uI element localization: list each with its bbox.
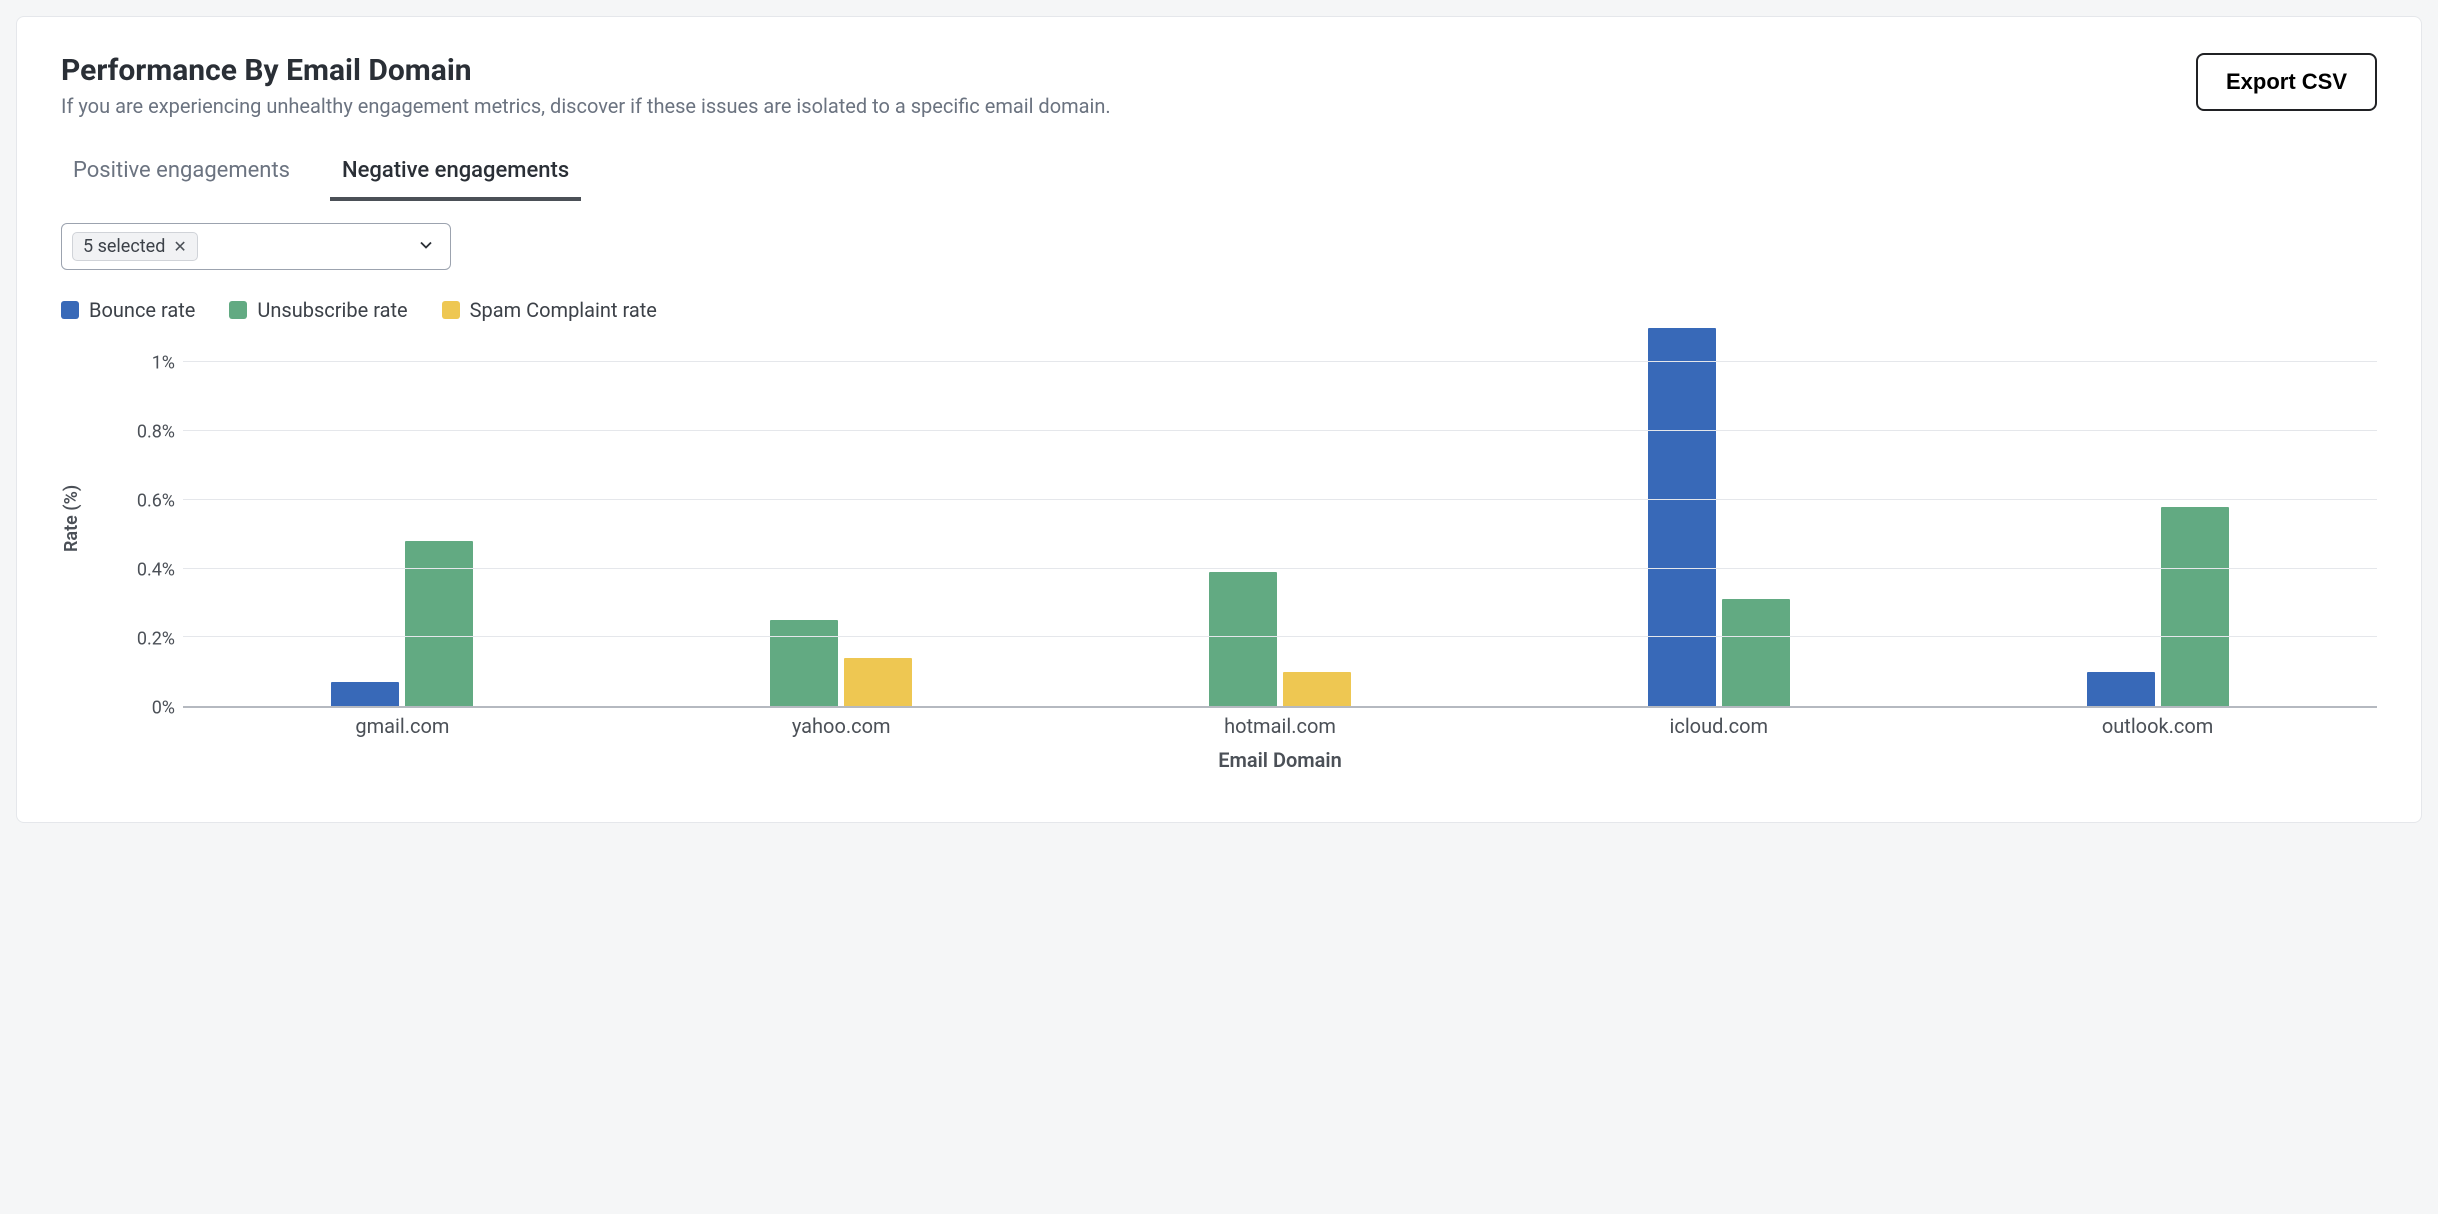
card-subtitle: If you are experiencing unhealthy engage… — [61, 94, 1111, 118]
selected-count-label: 5 selected — [83, 236, 165, 257]
bar-group — [1061, 328, 1500, 706]
bar-group — [1938, 328, 2377, 706]
gridline — [183, 499, 2377, 500]
bar-bounce[interactable] — [331, 682, 399, 706]
legend-swatch-spam — [442, 301, 460, 319]
y-tick-label: 0.4% — [137, 559, 175, 580]
y-tick-label: 0% — [152, 698, 175, 719]
legend-swatch-bounce — [61, 301, 79, 319]
y-tick-label: 0.8% — [137, 421, 175, 442]
tab-positive-engagements[interactable]: Positive engagements — [61, 152, 302, 201]
bar-groups — [183, 328, 2377, 706]
bar-spam[interactable] — [844, 658, 912, 706]
x-axis-ticks: gmail.comyahoo.comhotmail.comicloud.como… — [183, 708, 2377, 748]
plot-area — [183, 328, 2377, 708]
legend-unsubscribe[interactable]: Unsubscribe rate — [229, 298, 407, 322]
chart-legend: Bounce rate Unsubscribe rate Spam Compla… — [61, 298, 2377, 322]
x-axis-title: Email Domain — [183, 748, 2377, 788]
x-tick-label: outlook.com — [1938, 708, 2377, 748]
bar-unsub[interactable] — [2161, 507, 2229, 706]
y-axis-ticks: 0%0.2%0.4%0.6%0.8%1% — [109, 328, 183, 708]
bar-unsub[interactable] — [1722, 599, 1790, 706]
clear-selection-icon[interactable]: ✕ — [173, 237, 186, 256]
x-tick-label: icloud.com — [1499, 708, 1938, 748]
bar-unsub[interactable] — [405, 541, 473, 706]
bar-unsub[interactable] — [770, 620, 838, 706]
x-tick-label: gmail.com — [183, 708, 622, 748]
selected-count-chip[interactable]: 5 selected ✕ — [72, 232, 198, 261]
tab-negative-engagements[interactable]: Negative engagements — [330, 152, 581, 201]
legend-bounce[interactable]: Bounce rate — [61, 298, 195, 322]
y-tick-label: 0.2% — [137, 628, 175, 649]
legend-label-spam: Spam Complaint rate — [470, 298, 657, 322]
gridline — [183, 430, 2377, 431]
engagement-tabs: Positive engagements Negative engagement… — [61, 152, 2377, 201]
legend-label-bounce: Bounce rate — [89, 298, 195, 322]
y-axis-title: Rate (%) — [61, 328, 109, 708]
chart: Rate (%) 0% 0.2% 0.4% 0.6% 0.8% 1% gmail.comy… — [61, 328, 2377, 788]
x-tick-label: hotmail.com — [1061, 708, 1500, 748]
gridline — [183, 636, 2377, 637]
legend-spam[interactable]: Spam Complaint rate — [442, 298, 657, 322]
bar-spam[interactable] — [1283, 672, 1351, 706]
bar-group — [183, 328, 622, 706]
gridline — [183, 568, 2377, 569]
gridline — [183, 361, 2377, 362]
export-csv-button[interactable]: Export CSV — [2196, 53, 2377, 111]
domain-multiselect[interactable]: 5 selected ✕ — [61, 223, 451, 270]
legend-label-unsubscribe: Unsubscribe rate — [257, 298, 407, 322]
card-header: Performance By Email Domain If you are e… — [61, 53, 2377, 118]
chevron-down-icon — [416, 235, 436, 259]
y-tick-label: 1% — [152, 352, 175, 373]
bar-bounce[interactable] — [1648, 328, 1716, 706]
performance-card: Performance By Email Domain If you are e… — [16, 16, 2422, 823]
y-tick-label: 0.6% — [137, 490, 175, 511]
bar-bounce[interactable] — [2087, 672, 2155, 706]
x-tick-label: yahoo.com — [622, 708, 1061, 748]
card-title: Performance By Email Domain — [61, 53, 1111, 88]
bar-unsub[interactable] — [1209, 572, 1277, 706]
bar-group — [1499, 328, 1938, 706]
bar-group — [622, 328, 1061, 706]
legend-swatch-unsubscribe — [229, 301, 247, 319]
